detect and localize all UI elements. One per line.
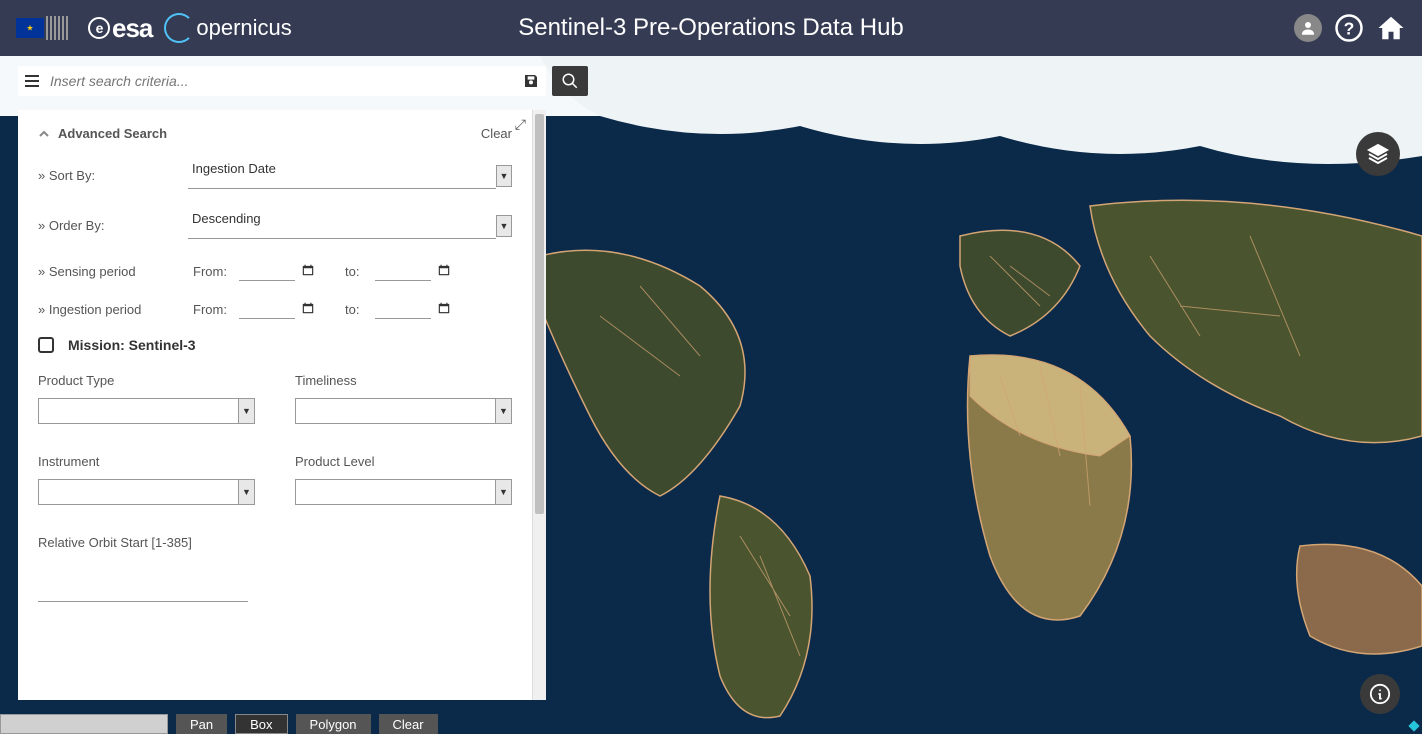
sensing-from-input[interactable] [239,261,295,281]
calendar-icon[interactable] [301,263,315,280]
timeliness-label: Timeliness [295,373,512,388]
product-level-select[interactable]: ▼ [295,479,512,505]
ingestion-to-input[interactable] [375,299,431,319]
orbit-start-input[interactable] [38,580,248,602]
chevron-up-icon [38,128,50,140]
calendar-icon[interactable] [301,301,315,318]
clear-link[interactable]: Clear [481,126,512,141]
mission-checkbox[interactable] [38,337,54,353]
pan-tool-button[interactable]: Pan [176,714,227,734]
chevron-down-icon: ▼ [496,165,512,187]
user-account-icon[interactable] [1294,14,1322,42]
chevron-down-icon: ▼ [495,399,511,423]
app-header: eesa opernicus Sentinel-3 Pre-Operations… [0,0,1422,56]
calendar-icon[interactable] [437,301,451,318]
sort-by-label: » Sort By: [38,168,188,183]
ingestion-period-label: » Ingestion period [38,302,193,317]
layers-button[interactable] [1356,132,1400,176]
svg-text:?: ? [1344,18,1355,38]
european-commission-logo [16,8,76,48]
chevron-down-icon: ▼ [495,480,511,504]
search-input[interactable] [46,73,516,89]
calendar-icon[interactable] [437,263,451,280]
search-bar [18,66,546,96]
instrument-select[interactable]: ▼ [38,479,255,505]
copernicus-logo: opernicus [164,13,291,43]
product-type-select[interactable]: ▼ [38,398,255,424]
sensing-period-label: » Sensing period [38,264,193,279]
info-button[interactable] [1360,674,1400,714]
ingestion-from-input[interactable] [239,299,295,319]
expand-icon[interactable]: ⤢ [515,116,526,133]
sort-by-select[interactable]: Ingestion Date ▼ [188,161,512,189]
box-tool-button[interactable]: Box [235,714,287,734]
esa-logo: eesa [88,13,152,44]
page-title: Sentinel-3 Pre-Operations Data Hub [518,14,904,42]
chevron-down-icon: ▼ [238,399,254,423]
advanced-search-panel: ⤢ Advanced Search Clear » Sort By: Inges… [18,110,546,700]
timeliness-select[interactable]: ▼ [295,398,512,424]
help-icon[interactable]: ? [1334,13,1364,43]
order-by-label: » Order By: [38,218,188,233]
product-type-label: Product Type [38,373,255,388]
panel-scrollbar[interactable] [532,110,546,700]
chevron-down-icon: ▼ [238,480,254,504]
clear-tool-button[interactable]: Clear [379,714,438,734]
map-toolbar: Pan Box Polygon Clear [0,714,438,734]
search-button[interactable] [552,66,588,96]
save-search-icon[interactable] [516,73,546,89]
menu-icon[interactable] [18,75,46,87]
chevron-down-icon: ▼ [496,215,512,237]
product-level-label: Product Level [295,454,512,469]
instrument-label: Instrument [38,454,255,469]
order-by-select[interactable]: Descending ▼ [188,211,512,239]
orbit-start-label: Relative Orbit Start [1-385] [38,535,512,550]
logo-group: eesa opernicus [16,8,292,48]
home-icon[interactable] [1376,13,1406,43]
mission-label: Mission: Sentinel-3 [68,337,196,353]
polygon-tool-button[interactable]: Polygon [296,714,371,734]
advanced-search-title[interactable]: Advanced Search [38,126,167,141]
sensing-to-input[interactable] [375,261,431,281]
main-area: ⤢ Advanced Search Clear » Sort By: Inges… [0,56,1422,734]
zoom-slider [0,714,168,734]
